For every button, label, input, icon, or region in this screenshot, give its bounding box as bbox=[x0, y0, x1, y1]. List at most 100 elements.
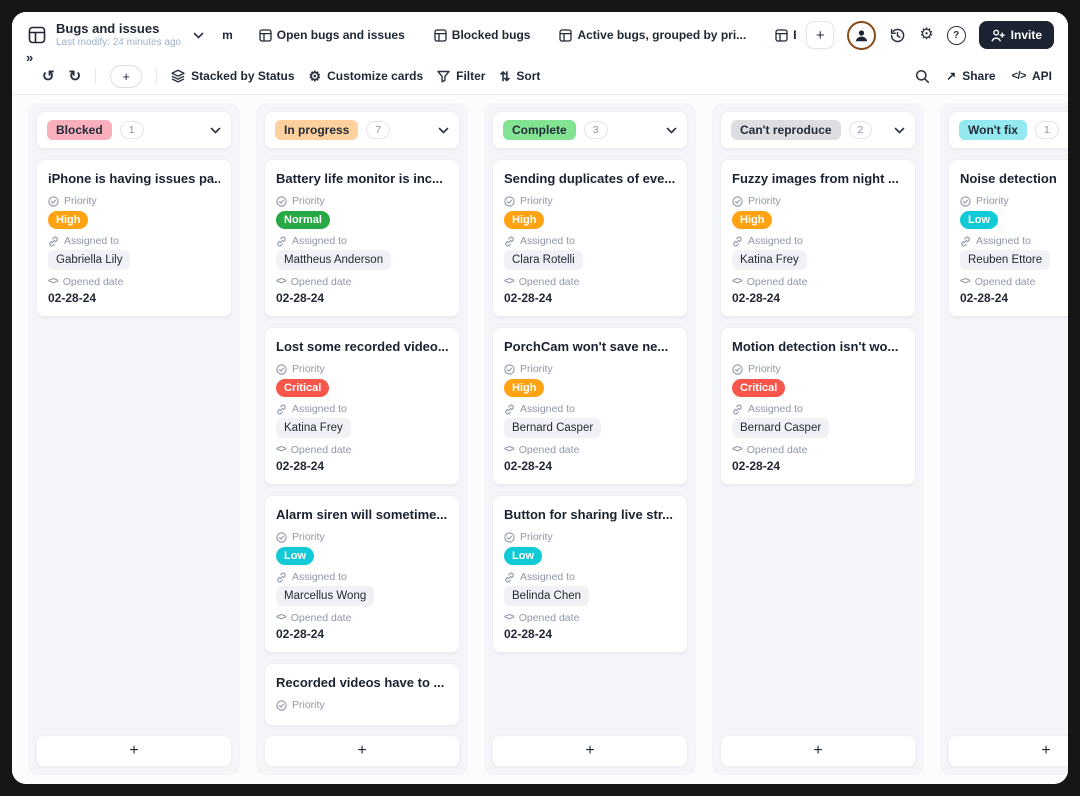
card-title: Button for sharing live str... bbox=[504, 507, 676, 523]
tab-blocked-bugs[interactable]: Blocked bugs bbox=[428, 23, 537, 47]
assigned-field-label: Assigned to bbox=[276, 403, 448, 415]
gear-icon[interactable]: ⚙ bbox=[919, 27, 933, 43]
status-badge: Complete bbox=[503, 120, 576, 140]
page-title: Bugs and issues bbox=[56, 22, 181, 36]
search-icon[interactable] bbox=[915, 69, 930, 84]
kanban-card[interactable]: Lost some recorded video...PriorityCriti… bbox=[264, 327, 460, 485]
code-icon: </> bbox=[1012, 70, 1026, 82]
kanban-card[interactable]: Noise detectionPriorityLowAssigned toReu… bbox=[948, 159, 1068, 317]
add-view-button[interactable]: + bbox=[806, 21, 834, 49]
toolbar-divider bbox=[95, 68, 96, 84]
chevron-down-icon[interactable] bbox=[438, 127, 449, 134]
column-header[interactable]: Won't fix 1 bbox=[948, 111, 1068, 149]
add-card-button[interactable]: + bbox=[720, 735, 916, 767]
kanban-card[interactable]: Battery life monitor is inc...PriorityNo… bbox=[264, 159, 460, 317]
opened-date-value: 02-28-24 bbox=[960, 291, 1068, 305]
add-card-button[interactable]: + bbox=[264, 735, 460, 767]
chevron-down-icon[interactable] bbox=[666, 127, 677, 134]
cards-list: iPhone is having issues pa...PriorityHig… bbox=[36, 159, 232, 727]
opened-date-field-label: <>Opened date bbox=[276, 276, 448, 288]
card-title: Sending duplicates of eve... bbox=[504, 171, 676, 187]
assignee-chip: Gabriella Lily bbox=[48, 250, 130, 270]
opened-date-field-label: <>Opened date bbox=[48, 276, 220, 288]
status-badge: Can't reproduce bbox=[731, 120, 841, 140]
stacked-by-button[interactable]: Stacked by Status bbox=[171, 69, 294, 83]
kanban-column: Blocked1 iPhone is having issues pa...Pri… bbox=[28, 103, 240, 775]
priority-badge: Low bbox=[504, 547, 542, 565]
kanban-card[interactable]: Sending duplicates of eve...PriorityHigh… bbox=[492, 159, 688, 317]
add-card-button[interactable]: + bbox=[948, 735, 1068, 767]
chevron-down-icon[interactable] bbox=[193, 32, 204, 39]
tab-label: Blocked bugs bbox=[452, 28, 531, 42]
funnel-icon bbox=[437, 70, 450, 83]
priority-field-label: Priority bbox=[276, 699, 448, 711]
grid-icon bbox=[559, 29, 572, 42]
avatar[interactable] bbox=[847, 21, 876, 50]
status-badge: Won't fix bbox=[959, 120, 1027, 140]
chevron-down-icon[interactable] bbox=[210, 127, 221, 134]
card-title: Lost some recorded video... bbox=[276, 339, 448, 355]
view-title-block[interactable]: Bugs and issues Last modify: 24 minutes … bbox=[56, 22, 181, 48]
tab-bugs-by-assignee[interactable]: Bugs by assignee bbox=[769, 23, 796, 47]
filter-button[interactable]: Filter bbox=[437, 69, 485, 83]
api-button[interactable]: </> API bbox=[1012, 69, 1052, 83]
kanban-card[interactable]: Alarm siren will sometime...PriorityLowA… bbox=[264, 495, 460, 653]
priority-field-label: Priority bbox=[276, 195, 448, 207]
priority-badge: Critical bbox=[276, 379, 329, 397]
opened-date-field-label: <>Opened date bbox=[732, 276, 904, 288]
kanban-card[interactable]: Fuzzy images from night ...PriorityHighA… bbox=[720, 159, 916, 317]
kanban-card[interactable]: iPhone is having issues pa...PriorityHig… bbox=[36, 159, 232, 317]
priority-badge: Normal bbox=[276, 211, 330, 229]
add-card-button[interactable]: + bbox=[36, 735, 232, 767]
assignee-chip: Katina Frey bbox=[276, 418, 351, 438]
sort-button[interactable]: ⇅ Sort bbox=[499, 69, 540, 83]
assignee-chip: Katina Frey bbox=[732, 250, 807, 270]
priority-field-label: Priority bbox=[732, 195, 904, 207]
kanban-card[interactable]: Recorded videos have to ...Priority bbox=[264, 663, 460, 726]
chevron-down-icon[interactable] bbox=[894, 127, 905, 134]
card-title: PorchCam won't save ne... bbox=[504, 339, 676, 355]
share-button[interactable]: ↗ Share bbox=[946, 69, 995, 83]
invite-label: Invite bbox=[1011, 28, 1042, 42]
help-icon[interactable]: ? bbox=[947, 26, 966, 45]
card-count: 7 bbox=[366, 121, 390, 139]
opened-date-field-label: <>Opened date bbox=[276, 444, 448, 456]
tab-active-bugs-grouped-by-pri[interactable]: Active bugs, grouped by pri... bbox=[553, 23, 752, 47]
undo-button[interactable]: ↺ bbox=[42, 69, 55, 84]
history-icon[interactable] bbox=[889, 27, 906, 44]
kanban-card[interactable]: PorchCam won't save ne...PriorityHighAss… bbox=[492, 327, 688, 485]
kanban-card[interactable]: Motion detection isn't wo...PriorityCrit… bbox=[720, 327, 916, 485]
kanban-board: Blocked1 iPhone is having issues pa...Pri… bbox=[12, 95, 1068, 784]
tab-open-bugs-and-issues[interactable]: Open bugs and issues bbox=[253, 23, 411, 47]
kanban-column: Can't reproduce2 Fuzzy images from night … bbox=[712, 103, 924, 775]
opened-date-field-label: <>Opened date bbox=[504, 276, 676, 288]
assigned-field-label: Assigned to bbox=[276, 235, 448, 247]
opened-date-field-label: <>Opened date bbox=[960, 276, 1068, 288]
assigned-field-label: Assigned to bbox=[48, 235, 220, 247]
assignee-chip: Bernard Casper bbox=[504, 418, 601, 438]
opened-date-value: 02-28-24 bbox=[504, 459, 676, 473]
assignee-chip: Marcellus Wong bbox=[276, 586, 374, 606]
kanban-card[interactable]: Button for sharing live str... Priority Lo… bbox=[492, 495, 688, 653]
column-header[interactable]: Complete3 bbox=[492, 111, 688, 149]
assignee-chip: Mattheus Anderson bbox=[276, 250, 391, 270]
opened-date-value: 02-28-24 bbox=[732, 291, 904, 305]
add-record-button[interactable]: + bbox=[110, 65, 142, 88]
tab-partial[interactable]: m bbox=[222, 28, 233, 42]
assigned-field-label: Assigned to bbox=[276, 571, 448, 583]
expand-sidebar-button[interactable]: » bbox=[20, 48, 41, 69]
cards-list: Noise detectionPriorityLowAssigned toReu… bbox=[948, 159, 1068, 727]
add-card-button[interactable]: + bbox=[492, 735, 688, 767]
toolbar-divider bbox=[156, 68, 157, 84]
kanban-column: Won't fix 1 Noise detectionPriorityLowAssi… bbox=[940, 103, 1068, 775]
column-header[interactable]: Can't reproduce2 bbox=[720, 111, 916, 149]
column-header[interactable]: In progress7 bbox=[264, 111, 460, 149]
customize-cards-button[interactable]: ⚙ Customize cards bbox=[309, 69, 424, 83]
column-header[interactable]: Blocked1 bbox=[36, 111, 232, 149]
top-header: Bugs and issues Last modify: 24 minutes … bbox=[12, 12, 1068, 58]
card-count: 1 bbox=[1035, 121, 1059, 139]
priority-field-label: Priority bbox=[504, 531, 676, 543]
redo-button[interactable]: ↻ bbox=[69, 69, 82, 84]
invite-button[interactable]: Invite bbox=[979, 21, 1054, 49]
opened-date-value: 02-28-24 bbox=[276, 459, 448, 473]
